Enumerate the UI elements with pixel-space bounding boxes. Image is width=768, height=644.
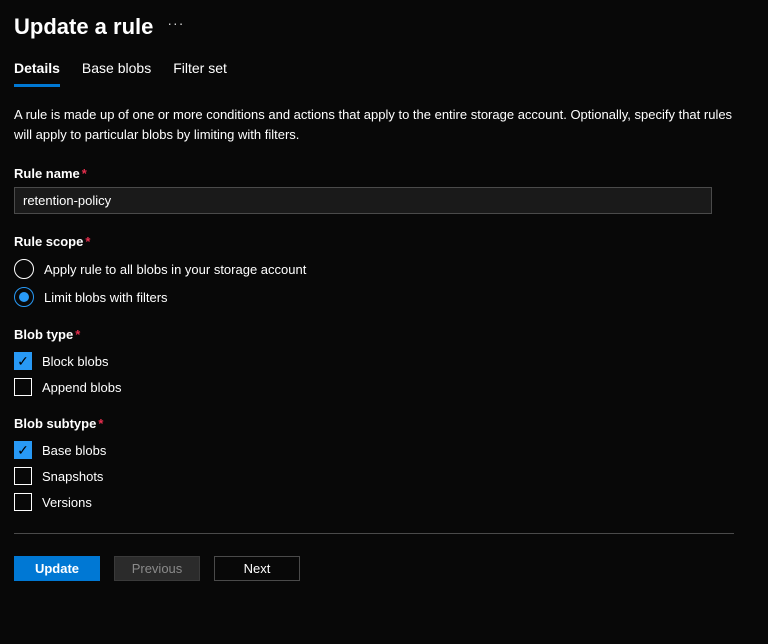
blob-subtype-versions[interactable]: Versions [14, 493, 754, 511]
rule-scope-label: Rule scope [14, 234, 83, 249]
checkbox-icon [14, 493, 32, 511]
checkbox-icon [14, 467, 32, 485]
blob-subtype-section: Blob subtype* ✓ Base blobs Snapshots Ver… [14, 416, 754, 511]
more-icon[interactable]: ··· [167, 15, 184, 31]
checkbox-label: Snapshots [42, 469, 103, 484]
radio-label: Apply rule to all blobs in your storage … [44, 262, 306, 277]
blob-type-append[interactable]: Append blobs [14, 378, 754, 396]
tabs: Details Base blobs Filter set [14, 60, 754, 87]
rule-scope-section: Rule scope* Apply rule to all blobs in y… [14, 234, 754, 307]
radio-icon [14, 259, 34, 279]
rule-name-label: Rule name [14, 166, 80, 181]
update-button[interactable]: Update [14, 556, 100, 581]
blob-type-label: Blob type [14, 327, 73, 342]
radio-label: Limit blobs with filters [44, 290, 168, 305]
checkbox-icon: ✓ [14, 352, 32, 370]
previous-button: Previous [114, 556, 200, 581]
tab-filter-set[interactable]: Filter set [173, 60, 227, 87]
required-marker: * [82, 166, 87, 181]
blob-subtype-label: Blob subtype [14, 416, 96, 431]
checkbox-icon: ✓ [14, 441, 32, 459]
page-title: Update a rule [14, 14, 153, 40]
checkbox-label: Base blobs [42, 443, 106, 458]
description-text: A rule is made up of one or more conditi… [14, 105, 734, 144]
rule-name-section: Rule name* [14, 166, 754, 214]
scope-option-all-blobs[interactable]: Apply rule to all blobs in your storage … [14, 259, 754, 279]
rule-name-input[interactable] [14, 187, 712, 214]
tab-details[interactable]: Details [14, 60, 60, 87]
required-marker: * [98, 416, 103, 431]
divider [14, 533, 734, 534]
required-marker: * [75, 327, 80, 342]
checkbox-label: Versions [42, 495, 92, 510]
checkbox-label: Append blobs [42, 380, 122, 395]
footer-buttons: Update Previous Next [14, 556, 754, 581]
next-button[interactable]: Next [214, 556, 300, 581]
tab-base-blobs[interactable]: Base blobs [82, 60, 151, 87]
blob-subtype-snapshots[interactable]: Snapshots [14, 467, 754, 485]
radio-icon [14, 287, 34, 307]
scope-option-limit-filters[interactable]: Limit blobs with filters [14, 287, 754, 307]
blob-subtype-base[interactable]: ✓ Base blobs [14, 441, 754, 459]
checkbox-label: Block blobs [42, 354, 108, 369]
blob-type-block[interactable]: ✓ Block blobs [14, 352, 754, 370]
required-marker: * [85, 234, 90, 249]
blob-type-section: Blob type* ✓ Block blobs Append blobs [14, 327, 754, 396]
checkbox-icon [14, 378, 32, 396]
